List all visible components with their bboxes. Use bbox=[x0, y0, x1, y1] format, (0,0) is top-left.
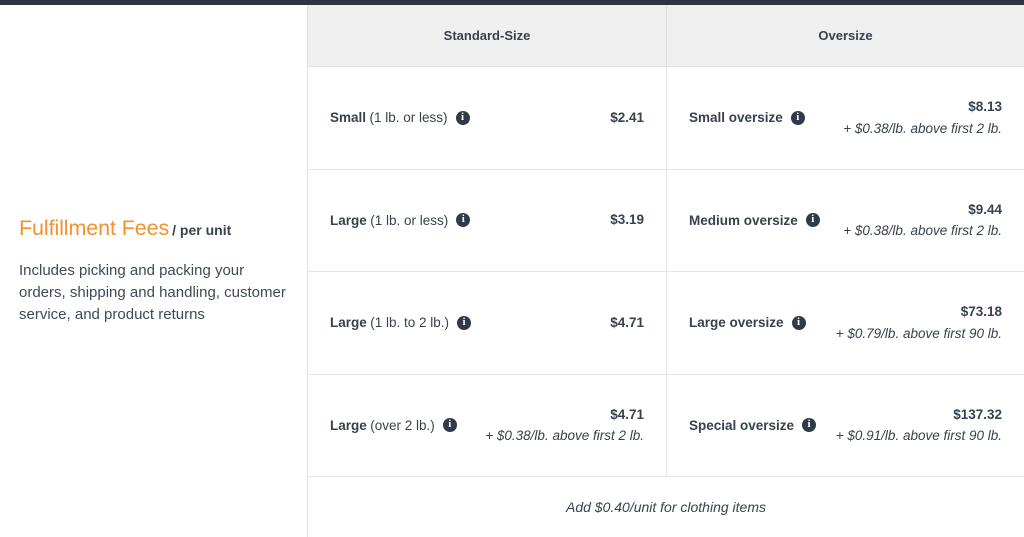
size-label: Large oversize i bbox=[689, 315, 806, 330]
fulfillment-fees-page: Fulfillment Fees / per unit Includes pick… bbox=[0, 0, 1024, 537]
size-label: Large (over 2 lb.) i bbox=[330, 418, 457, 433]
cell-oversize: Small oversize i $8.13 + $0.38/lb. above… bbox=[666, 67, 1024, 169]
size-name: Small oversize bbox=[689, 110, 783, 126]
table-body: Small (1 lb. or less) i $2.41 Small over… bbox=[308, 67, 1024, 477]
size-qualifier: (over 2 lb.) bbox=[370, 417, 435, 433]
price-block: $4.71 bbox=[471, 312, 644, 334]
fulfillment-fees-panel: Fulfillment Fees / per unit Includes pick… bbox=[0, 5, 308, 537]
table-row: Small (1 lb. or less) i $2.41 Small over… bbox=[308, 67, 1024, 170]
column-header-standard-size: Standard-Size bbox=[443, 28, 531, 43]
size-name: Medium oversize bbox=[689, 212, 798, 228]
price-block: $3.19 bbox=[470, 209, 644, 231]
cell-oversize: Large oversize i $73.18 + $0.79/lb. abov… bbox=[666, 272, 1024, 374]
table-row: Large (1 lb. to 2 lb.) i $4.71 Large ove… bbox=[308, 272, 1024, 375]
size-qualifier: (1 lb. to 2 lb.) bbox=[370, 315, 450, 331]
price-surcharge: + $0.91/lb. above first 90 lb. bbox=[835, 428, 1002, 444]
price-block: $73.18 + $0.79/lb. above first 90 lb. bbox=[806, 301, 1002, 344]
size-label: Small oversize i bbox=[689, 110, 805, 125]
info-icon[interactable]: i bbox=[802, 418, 817, 433]
cell-oversize: Medium oversize i $9.44 + $0.38/lb. abov… bbox=[666, 169, 1024, 271]
size-name: Large bbox=[330, 212, 367, 228]
cell-standard-size: Small (1 lb. or less) i $2.41 bbox=[308, 67, 666, 169]
cell-standard-size: Large (1 lb. or less) i $3.19 bbox=[308, 170, 666, 272]
fees-table: Standard-Size Oversize Small (1 lb. or l… bbox=[308, 5, 1024, 537]
info-icon[interactable]: i bbox=[791, 315, 806, 330]
size-qualifier: (1 lb. or less) bbox=[369, 110, 448, 126]
table-footnote: Add $0.40/unit for clothing items bbox=[308, 477, 1024, 537]
price-surcharge: + $0.79/lb. above first 90 lb. bbox=[835, 325, 1002, 341]
cell-standard-size: Large (1 lb. to 2 lb.) i $4.71 bbox=[308, 272, 666, 374]
cell-oversize: Special oversize i $137.32 + $0.91/lb. a… bbox=[666, 374, 1024, 476]
size-name: Large bbox=[330, 417, 367, 433]
info-icon[interactable]: i bbox=[456, 213, 471, 228]
price-amount: $73.18 bbox=[960, 304, 1002, 320]
price-surcharge: + $0.38/lb. above first 2 lb. bbox=[485, 428, 644, 444]
size-label: Special oversize i bbox=[689, 417, 817, 433]
table-row: Large (1 lb. or less) i $3.19 Medium ove… bbox=[308, 169, 1024, 272]
size-name: Small bbox=[330, 110, 367, 126]
table-row: Large (over 2 lb.) i $4.71 + $0.38/lb. a… bbox=[308, 374, 1024, 477]
price-block: $2.41 bbox=[470, 107, 644, 129]
price-amount: $4.71 bbox=[610, 314, 644, 330]
info-icon[interactable]: i bbox=[805, 213, 820, 228]
size-label: Medium oversize i bbox=[689, 213, 820, 228]
column-header-oversize: Oversize bbox=[666, 5, 1024, 66]
info-icon[interactable]: i bbox=[790, 110, 805, 125]
size-qualifier: (1 lb. or less) bbox=[370, 212, 449, 228]
price-amount: $3.19 bbox=[610, 212, 644, 228]
size-label: Large (1 lb. or less) i bbox=[330, 212, 471, 228]
panel-per-unit-label: / per unit bbox=[172, 221, 232, 238]
size-name: Special oversize bbox=[689, 417, 795, 433]
price-amount: $137.32 bbox=[953, 406, 1002, 422]
info-icon[interactable]: i bbox=[457, 315, 472, 330]
size-name: Large oversize bbox=[689, 315, 784, 331]
panel-title: Fulfillment Fees bbox=[19, 215, 170, 240]
info-icon[interactable]: i bbox=[442, 418, 457, 433]
panel-description: Includes picking and packing your orders… bbox=[19, 262, 286, 323]
content-wrapper: Fulfillment Fees / per unit Includes pick… bbox=[0, 5, 1024, 537]
table-header-row: Standard-Size Oversize bbox=[308, 5, 1024, 67]
price-block: $4.71 + $0.38/lb. above first 2 lb. bbox=[457, 404, 644, 447]
price-block: $8.13 + $0.38/lb. above first 2 lb. bbox=[805, 96, 1002, 139]
price-surcharge: + $0.38/lb. above first 2 lb. bbox=[843, 120, 1002, 136]
price-block: $9.44 + $0.38/lb. above first 2 lb. bbox=[820, 199, 1002, 242]
price-amount: $2.41 bbox=[610, 109, 644, 125]
size-label: Small (1 lb. or less) i bbox=[330, 110, 470, 125]
price-amount: $4.71 bbox=[610, 406, 644, 422]
panel-heading: Fulfillment Fees / per unit bbox=[19, 215, 287, 241]
size-label: Large (1 lb. to 2 lb.) i bbox=[330, 315, 472, 331]
price-amount: $8.13 bbox=[968, 99, 1002, 115]
size-name: Large bbox=[330, 315, 367, 331]
price-amount: $9.44 bbox=[968, 201, 1002, 217]
price-block: $137.32 + $0.91/lb. above first 90 lb. bbox=[816, 404, 1002, 447]
price-surcharge: + $0.38/lb. above first 2 lb. bbox=[843, 223, 1002, 239]
cell-standard-size: Large (over 2 lb.) i $4.71 + $0.38/lb. a… bbox=[308, 375, 666, 477]
info-icon[interactable]: i bbox=[455, 110, 470, 125]
